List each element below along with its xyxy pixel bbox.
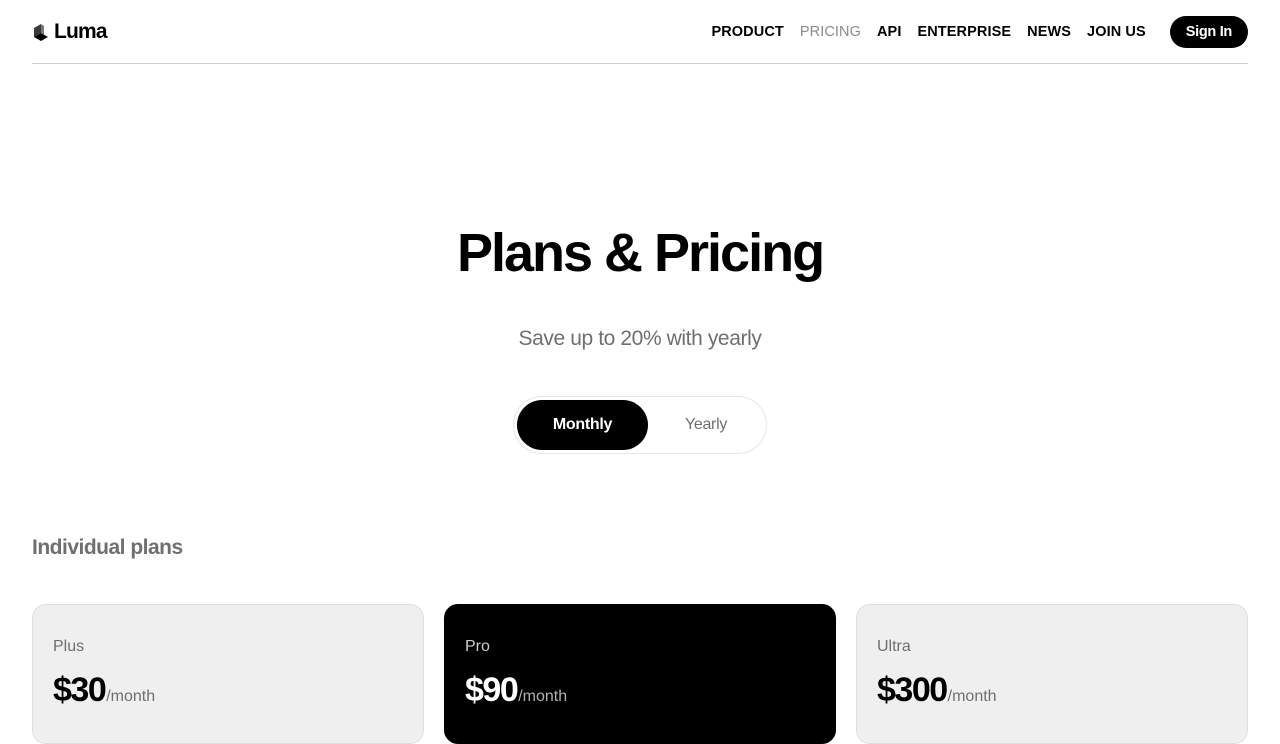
plan-period: /month (106, 688, 156, 705)
individual-plans-heading: Individual plans (32, 536, 183, 559)
plan-price: $90 (465, 671, 519, 709)
sign-in-button[interactable]: Sign In (1169, 15, 1248, 48)
plan-price-row: $90 /month (465, 671, 567, 710)
nav-item-pricing[interactable]: PRICING (800, 24, 861, 40)
main-nav: PRODUCT PRICING API ENTERPRISE NEWS JOIN… (695, 15, 1248, 48)
plan-name: Plus (53, 638, 85, 655)
brand-logo[interactable]: Luma (32, 19, 108, 44)
plan-name: Ultra (877, 638, 911, 655)
plan-card-pro[interactable]: Pro $90 /month (444, 604, 836, 744)
nav-item-news[interactable]: NEWS (1027, 24, 1071, 40)
plan-price: $30 (53, 671, 107, 709)
toggle-monthly[interactable]: Monthly (517, 400, 648, 450)
plan-period: /month (947, 688, 997, 705)
nav-item-api[interactable]: API (877, 24, 901, 40)
page-title: Plans & Pricing (456, 223, 825, 283)
plan-card-plus[interactable]: Plus $30 /month (32, 604, 424, 744)
plan-price-row: $300 /month (877, 671, 997, 710)
brand-name: Luma (54, 19, 108, 43)
billing-period-toggle: Monthly Yearly (513, 396, 767, 454)
toggle-yearly[interactable]: Yearly (648, 400, 764, 450)
nav-item-enterprise[interactable]: ENTERPRISE (917, 24, 1011, 40)
cube-logo-icon (34, 23, 48, 41)
top-navbar: Luma PRODUCT PRICING API ENTERPRISE NEWS… (32, 0, 1248, 64)
plan-name: Pro (465, 638, 490, 655)
plan-price: $300 (877, 671, 948, 709)
plan-price-row: $30 /month (53, 671, 155, 710)
nav-item-product[interactable]: PRODUCT (711, 24, 783, 40)
plan-period: /month (518, 688, 568, 705)
plan-card-ultra[interactable]: Ultra $300 /month (856, 604, 1248, 744)
page-subtitle: Save up to 20% with yearly (518, 327, 762, 350)
nav-item-join-us[interactable]: JOIN US (1087, 24, 1146, 40)
